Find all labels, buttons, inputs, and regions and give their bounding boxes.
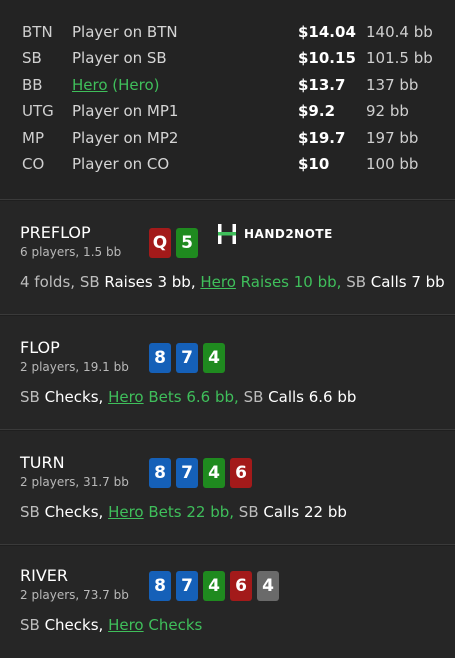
street-river: RIVER 2 players, 73.7 bb 87464 SB Checks…	[0, 546, 455, 658]
seat-stack-bb: 137 bb	[366, 75, 419, 94]
seat-position: SB	[22, 49, 42, 68]
street-turn: TURN 2 players, 31.7 bb 8746 SB Checks, …	[0, 431, 455, 545]
seat-row: BB Hero (Hero) $13.7 137 bb	[0, 72, 455, 98]
seat-player-name: Player on CO	[72, 155, 170, 173]
action-line: 4 folds, SB Raises 3 bb, Hero Raises 10 …	[20, 273, 445, 291]
card-clubs: 5	[176, 228, 198, 258]
action-text: Raises 3 bb,	[99, 273, 201, 291]
street-title: RIVER	[20, 566, 69, 585]
seat-stack-bb: 197 bb	[366, 128, 419, 147]
seat-position: BTN	[22, 23, 53, 41]
card-hearts: Q	[149, 228, 171, 258]
action-player: SB	[20, 503, 40, 521]
seat-row: MP Player on MP2 $19.7 197 bb	[0, 125, 455, 151]
card-diamonds: 8	[149, 458, 171, 488]
action-line: SB Checks, Hero Bets 6.6 bb, SB Calls 6.…	[20, 388, 356, 406]
board-cards: 874	[149, 343, 225, 373]
action-player: SB	[20, 616, 40, 634]
seat-stack-bb: 101.5 bb	[366, 49, 433, 68]
street-flop: FLOP 2 players, 19.1 bb 874 SB Checks, H…	[0, 316, 455, 430]
hero-link[interactable]: Hero	[72, 76, 108, 94]
action-text: Calls 6.6 bb	[263, 388, 357, 406]
street-subtitle: 2 players, 19.1 bb	[20, 360, 129, 374]
seat-player-name: Player on BTN	[72, 23, 178, 41]
card-diamonds: 7	[176, 458, 198, 488]
hand2note-logo-text: HAND2NOTE	[244, 227, 333, 241]
street-preflop: PREFLOP 6 players, 1.5 bb Q5 4 folds, SB…	[0, 201, 455, 315]
seat-player-name: Player on SB	[72, 49, 167, 68]
card-hearts: 6	[230, 458, 252, 488]
seat-stack-bb: 100 bb	[366, 155, 419, 173]
card-diamonds: 7	[176, 571, 198, 601]
action-text: Calls 22 bb	[258, 503, 347, 521]
card-diamonds: 7	[176, 343, 198, 373]
card-diamonds: 8	[149, 571, 171, 601]
street-title: FLOP	[20, 338, 60, 357]
action-text: Bets 22 bb,	[143, 503, 239, 521]
action-text: Checks,	[39, 503, 109, 521]
seat-stack: $13.7	[298, 75, 346, 94]
seat-stack: $19.7	[298, 128, 346, 147]
street-title: PREFLOP	[20, 223, 91, 242]
card-diamonds: 8	[149, 343, 171, 373]
hand2note-logo-icon	[218, 224, 236, 244]
action-player: SB	[243, 388, 264, 406]
hero-link[interactable]: Hero	[108, 616, 144, 634]
card-clubs: 4	[203, 571, 225, 601]
action-player: 4 folds,	[20, 273, 80, 291]
card-spades: 4	[257, 571, 279, 601]
action-player: SB	[20, 388, 40, 406]
seat-position: UTG	[22, 102, 54, 121]
seat-stack: $14.04	[298, 23, 356, 41]
board-cards: 87464	[149, 571, 279, 601]
hero-link[interactable]: Hero	[200, 273, 236, 291]
card-clubs: 4	[203, 343, 225, 373]
hero-link[interactable]: Hero	[108, 503, 144, 521]
seat-player-name: Player on MP1	[72, 102, 179, 121]
hero-link[interactable]: Hero	[108, 388, 144, 406]
action-line: SB Checks, Hero Checks	[20, 616, 202, 634]
seat-position: MP	[22, 128, 44, 147]
card-hearts: 6	[230, 571, 252, 601]
action-text: Calls 7 bb	[366, 273, 445, 291]
action-player: SB	[346, 273, 366, 291]
seat-stack: $9.2	[298, 102, 336, 121]
action-text: Checks,	[39, 388, 109, 406]
seat-stack: $10	[298, 155, 330, 173]
street-subtitle: 2 players, 73.7 bb	[20, 588, 129, 602]
hole-cards: Q5	[149, 228, 198, 258]
street-subtitle: 6 players, 1.5 bb	[20, 245, 122, 259]
seat-row: SB Player on SB $10.15 101.5 bb	[0, 45, 455, 71]
hero-suffix: (Hero)	[107, 75, 160, 94]
action-player: SB	[79, 273, 100, 291]
seat-row: BTN Player on BTN $14.04 140.4 bb	[0, 19, 455, 45]
action-line: SB Checks, Hero Bets 22 bb, SB Calls 22 …	[20, 503, 347, 521]
street-title: TURN	[20, 453, 65, 472]
action-player: SB	[238, 503, 259, 521]
seat-position: BB	[22, 75, 43, 94]
seat-player-name: Hero (Hero)	[72, 72, 160, 98]
action-text: Checks	[143, 616, 203, 634]
seats-panel: BTN Player on BTN $14.04 140.4 bb SB Player o…	[0, 0, 455, 200]
seat-position: CO	[22, 155, 45, 173]
seat-stack-bb: 92 bb	[366, 102, 409, 121]
seat-row: CO Player on CO $10 100 bb	[0, 151, 455, 177]
seat-stack-bb: 140.4 bb	[366, 23, 433, 41]
board-cards: 8746	[149, 458, 252, 488]
seat-row: UTG Player on MP1 $9.2 92 bb	[0, 98, 455, 124]
card-clubs: 4	[203, 458, 225, 488]
seat-stack: $10.15	[298, 49, 356, 68]
action-text: Bets 6.6 bb,	[143, 388, 244, 406]
seat-player-name: Player on MP2	[72, 128, 179, 147]
hand2note-logo: HAND2NOTE	[216, 222, 333, 246]
street-subtitle: 2 players, 31.7 bb	[20, 475, 129, 489]
action-text: Checks,	[39, 616, 109, 634]
action-text: Raises 10 bb,	[235, 273, 347, 291]
